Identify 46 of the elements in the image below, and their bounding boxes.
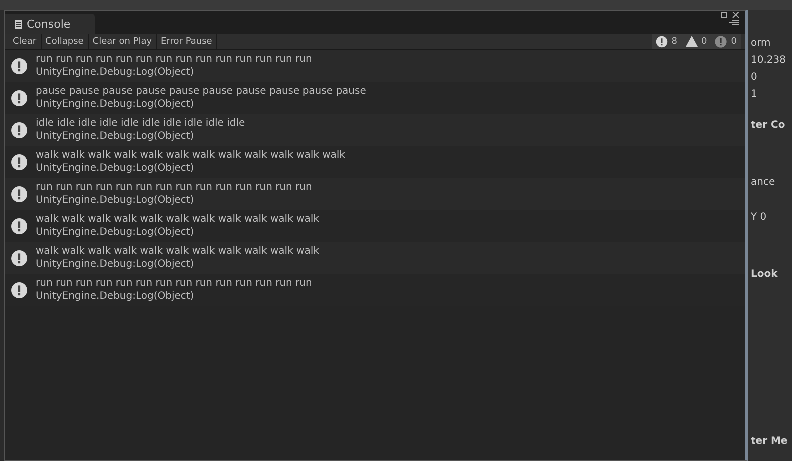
info-icon — [11, 122, 28, 138]
log-message: walk walk walk walk walk walk walk walk walk walk walk — [36, 245, 320, 258]
log-message: idle idle idle idle idle idle idle idle idle idle — [36, 117, 246, 130]
info-icon — [11, 58, 28, 74]
log-message: walk walk walk walk walk walk walk walk walk walk walk walk — [36, 149, 346, 162]
log-trace: UnityEngine.Debug:Log(Object) — [36, 226, 196, 239]
inspector-text: Y 0 — [751, 212, 768, 223]
inspector-text: 1 — [751, 89, 758, 100]
warning-icon — [686, 36, 698, 47]
document-icon — [15, 20, 22, 28]
log-message: run run run run run run run run run run run run run run — [36, 53, 312, 66]
toolbar-button[interactable]: Error Pause — [157, 34, 218, 49]
log-filter-toggle[interactable]: 8 — [652, 34, 682, 49]
info-icon — [656, 36, 668, 48]
log-filter-toggle[interactable]: 0 — [711, 34, 741, 49]
inspector-text: 10.238 — [751, 55, 787, 66]
window-title: Console — [27, 18, 71, 30]
inspector-text: ance — [751, 177, 776, 188]
info-icon — [11, 218, 28, 234]
log-trace: UnityEngine.Debug:Log(Object) — [36, 66, 196, 79]
inspector-text: Look — [751, 269, 779, 280]
toolbar-button[interactable]: Clear on Play — [88, 34, 158, 49]
log-trace: UnityEngine.Debug:Log(Object) — [36, 290, 196, 303]
info-icon — [11, 250, 28, 266]
inspector-text: 0 — [751, 72, 758, 83]
log-message: run run run run run run run run run run run run run run — [36, 277, 312, 290]
info-icon — [11, 90, 28, 106]
inspector-text: ter Co — [751, 120, 786, 131]
log-message: walk walk walk walk walk walk walk walk walk walk walk — [36, 213, 320, 226]
log-trace: UnityEngine.Debug:Log(Object) — [36, 162, 196, 175]
toolbar-button[interactable]: Clear — [9, 34, 42, 49]
info-icon — [11, 282, 28, 298]
toolbar-button[interactable]: Collapse — [42, 34, 89, 49]
inspector-text: orm — [751, 38, 772, 49]
menu-icon[interactable] — [729, 20, 739, 26]
log-message: pause pause pause pause pause pause pause pause pause pause — [36, 85, 366, 98]
info-icon — [11, 186, 28, 202]
log-trace: UnityEngine.Debug:Log(Object) — [36, 98, 196, 111]
console-tab[interactable]: Console — [5, 14, 95, 34]
log-message: run run run run run run run run run run run run run run — [36, 181, 312, 194]
log-filter-toggle[interactable]: 0 — [682, 34, 712, 49]
log-trace: UnityEngine.Debug:Log(Object) — [36, 130, 196, 143]
info-icon — [11, 154, 28, 170]
inspector-text: ter Me — [751, 436, 789, 447]
log-trace: UnityEngine.Debug:Log(Object) — [36, 194, 196, 207]
log-trace: UnityEngine.Debug:Log(Object) — [36, 258, 196, 271]
